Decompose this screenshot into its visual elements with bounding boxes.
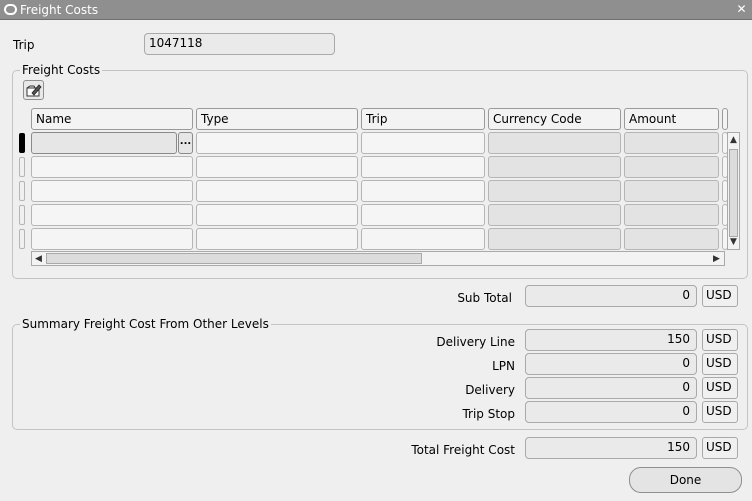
table-cell-amount[interactable] bbox=[624, 228, 719, 250]
scroll-down-icon[interactable]: ▼ bbox=[728, 235, 739, 249]
table-cell-type[interactable] bbox=[196, 132, 358, 154]
table-cell-currency-code[interactable] bbox=[488, 132, 621, 154]
trip-stop-field: 0 bbox=[525, 401, 697, 423]
title-bar: Freight Costs ✕ bbox=[0, 0, 752, 20]
total-freight-cost-field: 150 bbox=[525, 437, 697, 459]
table-cell-type[interactable] bbox=[196, 228, 358, 250]
table-cell-name[interactable] bbox=[31, 228, 193, 250]
delivery-field: 0 bbox=[525, 377, 697, 399]
trip-field[interactable]: 1047118 bbox=[144, 33, 335, 55]
table-cell-currency-code[interactable] bbox=[488, 180, 621, 202]
close-icon[interactable]: ✕ bbox=[735, 3, 748, 16]
horizontal-scrollbar[interactable]: ◀ ▶ bbox=[31, 251, 725, 266]
scroll-up-icon[interactable]: ▲ bbox=[728, 133, 739, 147]
horizontal-scroll-thumb[interactable] bbox=[46, 253, 422, 264]
total-freight-cost-currency: USD bbox=[702, 437, 738, 459]
table-cell-name[interactable] bbox=[31, 132, 177, 154]
column-header-trip[interactable]: Trip bbox=[361, 108, 485, 130]
column-header-name[interactable]: Name bbox=[31, 108, 193, 130]
table-cell-trip[interactable] bbox=[361, 228, 485, 250]
table-cell-currency-code[interactable] bbox=[488, 156, 621, 178]
window-title: Freight Costs bbox=[20, 3, 99, 17]
lpn-field: 0 bbox=[525, 353, 697, 375]
trip-label: Trip bbox=[13, 38, 35, 52]
list-of-values-button[interactable]: ... bbox=[178, 132, 193, 154]
trip-stop-label: Trip Stop bbox=[462, 407, 515, 421]
scroll-right-icon[interactable]: ▶ bbox=[710, 252, 723, 265]
table-cell-trip[interactable] bbox=[361, 156, 485, 178]
row-indicator[interactable] bbox=[19, 205, 25, 225]
row-indicator[interactable] bbox=[19, 133, 25, 153]
summary-group-label: Summary Freight Cost From Other Levels bbox=[20, 317, 271, 331]
scroll-left-icon[interactable]: ◀ bbox=[32, 252, 45, 265]
column-header-currency-code[interactable]: Currency Code bbox=[488, 108, 621, 130]
table-cell-amount[interactable] bbox=[624, 132, 719, 154]
total-freight-cost-label: Total Freight Cost bbox=[411, 443, 515, 457]
table-cell-name[interactable] bbox=[31, 156, 193, 178]
column-header-overflow bbox=[722, 108, 728, 130]
row-indicator[interactable] bbox=[19, 181, 25, 201]
row-indicator[interactable] bbox=[19, 157, 25, 177]
vertical-scroll-thumb[interactable] bbox=[729, 149, 738, 237]
delivery-line-currency: USD bbox=[702, 329, 738, 351]
table-cell-name[interactable] bbox=[31, 204, 193, 226]
sub-total-currency: USD bbox=[702, 285, 738, 307]
oracle-logo-icon bbox=[4, 4, 17, 15]
table-cell-type[interactable] bbox=[196, 180, 358, 202]
trip-stop-currency: USD bbox=[702, 401, 738, 423]
delivery-line-field: 150 bbox=[525, 329, 697, 351]
sub-total-label: Sub Total bbox=[457, 291, 512, 305]
table-cell-currency-code[interactable] bbox=[488, 204, 621, 226]
delivery-line-label: Delivery Line bbox=[436, 335, 515, 349]
table-cell-amount[interactable] bbox=[624, 180, 719, 202]
table-cell-trip[interactable] bbox=[361, 180, 485, 202]
lpn-label: LPN bbox=[492, 359, 515, 373]
table-cell-name[interactable] bbox=[31, 180, 193, 202]
delivery-currency: USD bbox=[702, 377, 738, 399]
sub-total-field: 0 bbox=[525, 285, 697, 307]
freight-costs-group-label: Freight Costs bbox=[20, 63, 103, 77]
folder-edit-icon[interactable] bbox=[23, 80, 44, 100]
vertical-scrollbar[interactable]: ▲ ▼ bbox=[727, 132, 740, 250]
table-cell-trip[interactable] bbox=[361, 204, 485, 226]
lpn-currency: USD bbox=[702, 353, 738, 375]
table-cell-type[interactable] bbox=[196, 156, 358, 178]
column-header-amount[interactable]: Amount bbox=[624, 108, 719, 130]
table-cell-type[interactable] bbox=[196, 204, 358, 226]
table-cell-amount[interactable] bbox=[624, 204, 719, 226]
row-indicator[interactable] bbox=[19, 229, 25, 249]
done-button[interactable]: Done bbox=[629, 467, 742, 493]
table-cell-trip[interactable] bbox=[361, 132, 485, 154]
column-header-type[interactable]: Type bbox=[196, 108, 358, 130]
table-cell-currency-code[interactable] bbox=[488, 228, 621, 250]
table-cell-amount[interactable] bbox=[624, 156, 719, 178]
delivery-label: Delivery bbox=[465, 383, 515, 397]
